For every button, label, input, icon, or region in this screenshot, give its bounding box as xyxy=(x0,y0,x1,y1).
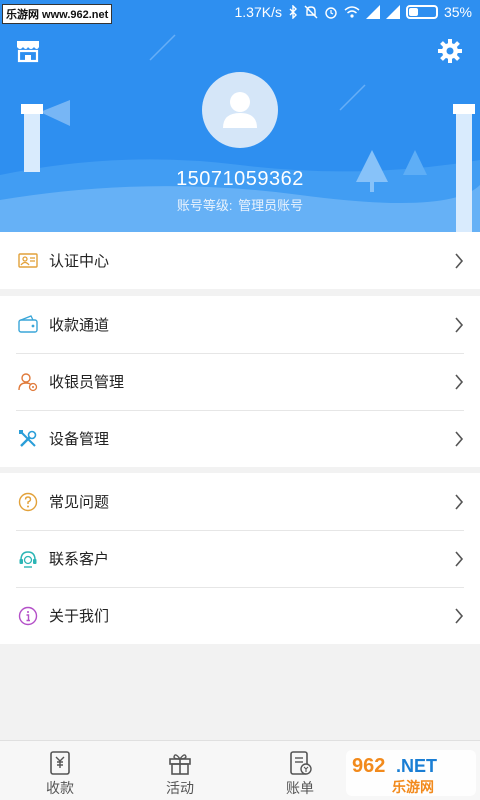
status-bar: 乐游网 www.962.net 1.37K/s 35% xyxy=(0,0,480,28)
menu-item-label: 联系客户 xyxy=(49,551,110,568)
account-phone: 15071059362 xyxy=(176,168,304,190)
menu-item-cashier-management[interactable]: 收银员管理 xyxy=(0,353,480,410)
gear-icon[interactable] xyxy=(436,37,464,65)
tab-label: 账单 xyxy=(286,780,314,796)
tools-icon xyxy=(19,429,37,447)
certificate-icon xyxy=(18,252,38,268)
chevron-right-icon xyxy=(455,430,464,447)
cashier-icon xyxy=(18,372,38,391)
wifi-icon xyxy=(344,6,360,18)
bluetooth-icon xyxy=(289,5,297,19)
signal-icon-2 xyxy=(385,5,400,19)
tab-bill[interactable]: 账单 xyxy=(240,741,360,800)
menu-group-support: 常见问题 联系客户 关于我们 xyxy=(0,473,480,644)
menu-item-faq[interactable]: 常见问题 xyxy=(0,473,480,530)
gift-icon xyxy=(169,754,191,775)
watermark-logo-bottomright: 962 .NET 乐游网 xyxy=(346,750,476,796)
mute-bell-icon xyxy=(304,5,318,19)
chevron-right-icon xyxy=(455,252,464,269)
account-level-value: 管理员账号 xyxy=(238,198,304,213)
chevron-right-icon xyxy=(455,493,464,510)
tab-label: 收款 xyxy=(46,780,74,796)
menu-item-payment-channel[interactable]: 收款通道 xyxy=(0,296,480,353)
menu-item-label: 设备管理 xyxy=(49,431,110,448)
menu-item-contact-customer[interactable]: 联系客户 xyxy=(0,530,480,587)
menu-group-certification: 认证中心 xyxy=(0,232,480,289)
receive-money-icon xyxy=(50,751,70,775)
menu-item-device-management[interactable]: 设备管理 xyxy=(0,410,480,467)
chevron-right-icon xyxy=(455,550,464,567)
menu-item-label: 常见问题 xyxy=(49,494,110,511)
chevron-right-icon xyxy=(455,607,464,624)
tab-label: 活动 xyxy=(166,780,194,796)
watermark-topleft: 乐游网 www.962.net xyxy=(2,4,113,24)
menu-item-certification[interactable]: 认证中心 xyxy=(0,232,480,289)
status-indicators: 1.37K/s 35% xyxy=(234,4,472,20)
menu-item-label: 收款通道 xyxy=(49,317,110,334)
menu-item-label: 关于我们 xyxy=(49,608,110,625)
account-level: 账号等级: 管理员账号 xyxy=(0,195,480,214)
menu-item-label: 认证中心 xyxy=(49,253,110,270)
menu-item-about-us[interactable]: 关于我们 xyxy=(0,587,480,644)
question-icon xyxy=(18,492,38,511)
account-level-label: 账号等级: xyxy=(176,198,233,213)
menu-item-label: 收银员管理 xyxy=(49,374,125,391)
wallet-icon xyxy=(18,314,38,333)
battery-icon xyxy=(405,5,438,19)
profile-header: 乐游网 www.962.net 1.37K/s 35% 15071059362 … xyxy=(0,0,480,232)
alarm-icon xyxy=(325,7,337,19)
chevron-right-icon xyxy=(455,316,464,333)
signal-icon xyxy=(365,5,380,19)
svg-text:乐游网: 乐游网 xyxy=(392,779,434,796)
battery-percent: 35% xyxy=(443,4,472,20)
info-icon xyxy=(18,606,38,625)
svg-text:962: 962 xyxy=(352,755,385,777)
network-speed: 1.37K/s xyxy=(234,4,282,20)
tab-receive-money[interactable]: 收款 xyxy=(0,741,120,800)
tab-activity[interactable]: 活动 xyxy=(120,741,240,800)
chevron-right-icon xyxy=(455,373,464,390)
headset-icon xyxy=(19,550,37,568)
user-icon xyxy=(223,92,257,128)
avatar[interactable] xyxy=(202,72,278,148)
menu-group-management: 收款通道 收银员管理 设备管理 xyxy=(0,296,480,467)
store-icon[interactable] xyxy=(14,37,42,65)
bill-icon xyxy=(290,751,312,775)
svg-text:.NET: .NET xyxy=(396,756,437,776)
